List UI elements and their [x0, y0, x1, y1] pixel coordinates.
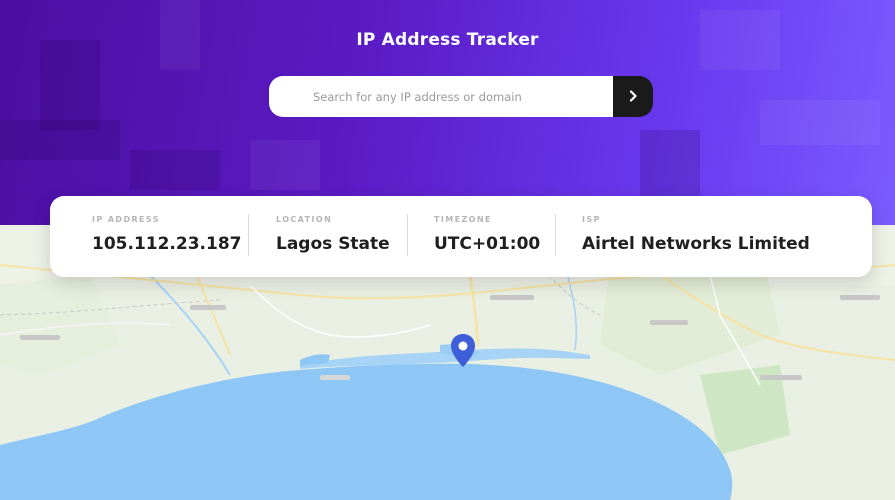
divider [248, 214, 249, 256]
ip-address-field: IP Address 105.112.23.187 [92, 196, 247, 277]
ip-address-label: IP Address [92, 215, 160, 224]
app-title: IP Address Tracker [356, 30, 539, 50]
search-bar [269, 76, 653, 117]
divider [555, 214, 556, 256]
chevron-right-icon [628, 87, 638, 106]
location-field: Location Lagos State [276, 196, 406, 277]
ip-address-value: 105.112.23.187 [92, 234, 242, 254]
search-submit-button[interactable] [613, 76, 653, 117]
isp-field: ISP Airtel Networks Limited [582, 196, 852, 277]
divider [407, 214, 408, 256]
header-banner: IP Address Tracker [0, 0, 895, 225]
location-pin-icon[interactable] [449, 333, 477, 369]
isp-value: Airtel Networks Limited [582, 234, 810, 254]
timezone-value: UTC+01:00 [434, 234, 541, 254]
search-input[interactable] [269, 76, 613, 117]
timezone-field: Timezone UTC+01:00 [434, 196, 559, 277]
ip-info-panel: IP Address 105.112.23.187 Location Lagos… [50, 196, 872, 277]
timezone-label: Timezone [434, 215, 492, 224]
isp-label: ISP [582, 215, 601, 224]
location-label: Location [276, 215, 333, 224]
location-value: Lagos State [276, 234, 390, 254]
